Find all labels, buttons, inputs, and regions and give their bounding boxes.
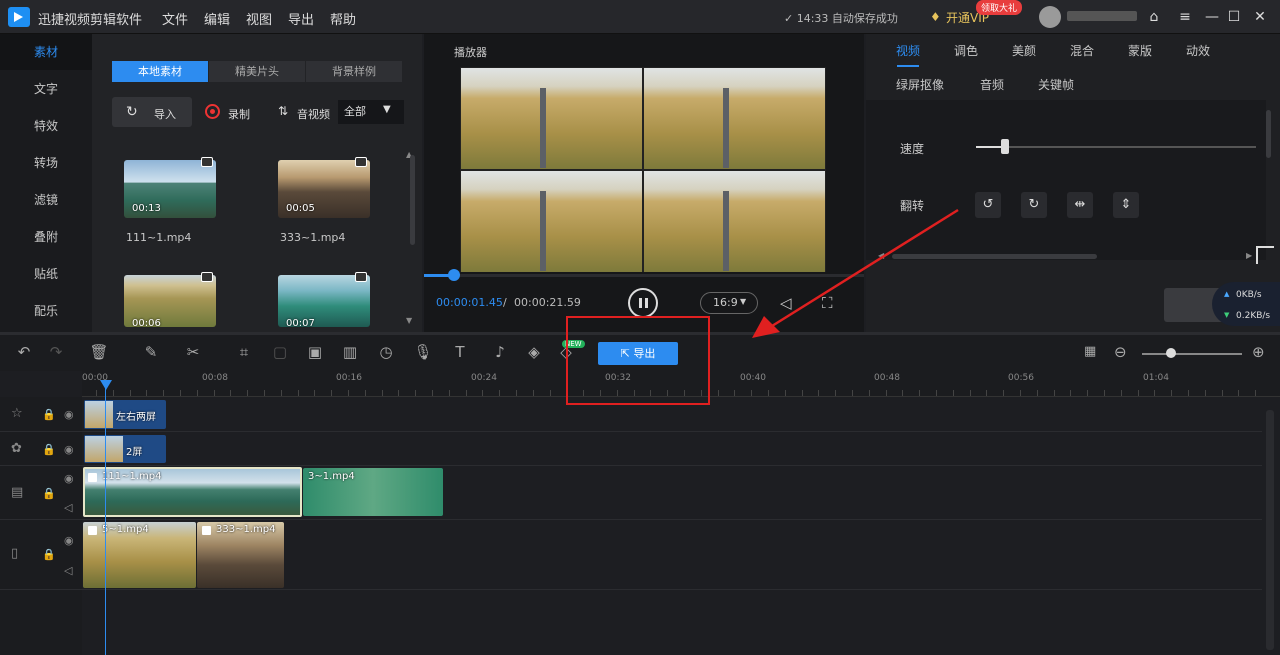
annotation-arrow <box>752 208 959 338</box>
